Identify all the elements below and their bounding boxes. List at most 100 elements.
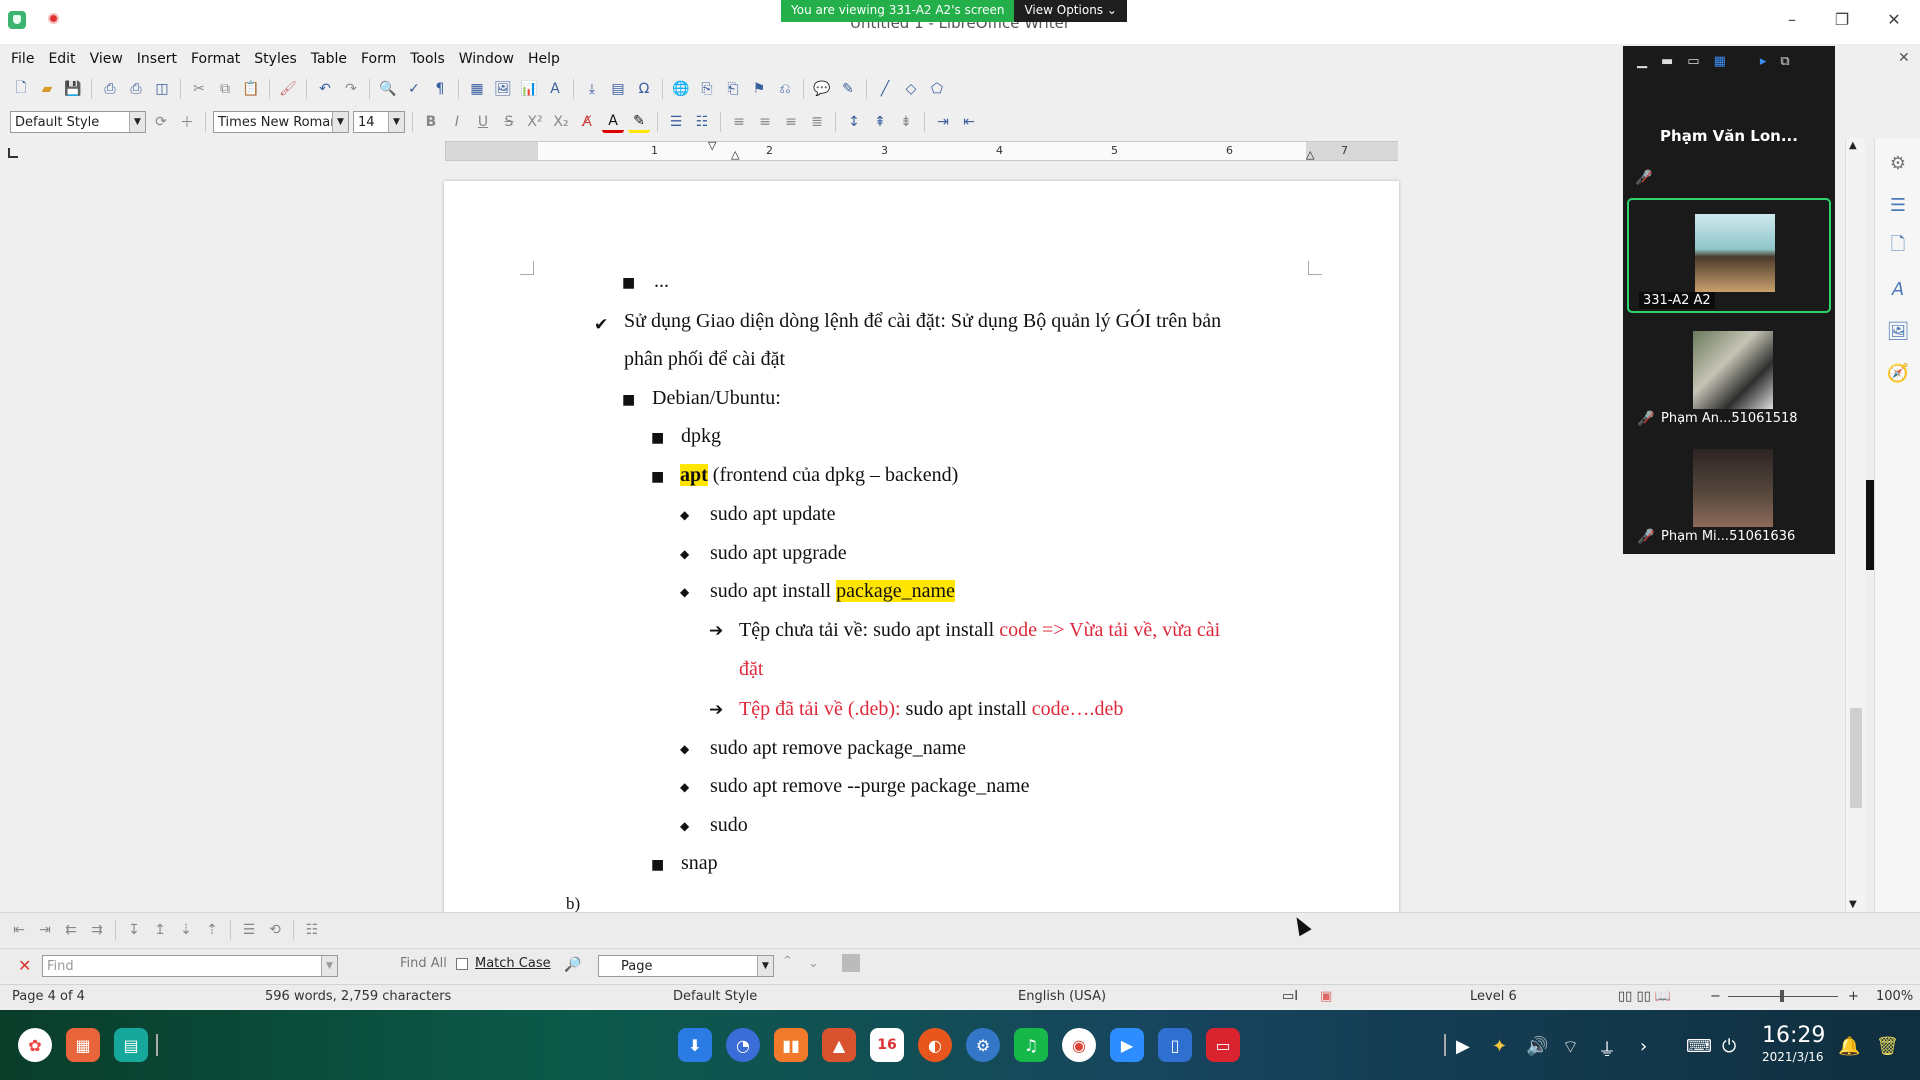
find-next-icon[interactable]: ⌄ [808, 956, 819, 971]
insert-line-icon[interactable]: ╱ [874, 78, 896, 100]
close-icon[interactable]: ✕ [1884, 10, 1904, 29]
participant-tile[interactable]: 🎤̸ Phạm Mi...51061636 [1627, 449, 1831, 564]
gallery-view-icon[interactable]: ▦ [1714, 54, 1726, 69]
hyperlink-icon[interactable]: 🌐 [670, 78, 692, 100]
find-input[interactable]: Find ▼ [42, 955, 338, 977]
find-previous-icon[interactable]: ⌃ [782, 954, 793, 969]
notification-icon[interactable]: 🔔 [1838, 1036, 1860, 1057]
network-app-icon[interactable]: ✦ [1492, 1036, 1507, 1057]
page-count[interactable]: Page 4 of 4 [12, 989, 85, 1004]
file-manager-icon[interactable]: ▮▮ [774, 1028, 808, 1062]
draw-functions-icon[interactable]: ⬠ [926, 78, 948, 100]
open-folder-icon[interactable]: ▰ [36, 78, 58, 100]
chevron-down-icon[interactable]: ▼ [757, 956, 773, 976]
horizontal-ruler[interactable]: 1 2 3 4 5 6 7 ▽ △ △ [445, 139, 1398, 161]
new-style-icon[interactable]: ＋ [176, 111, 198, 133]
italic-icon[interactable]: I [446, 111, 468, 133]
menu-tools[interactable]: Tools [403, 48, 452, 72]
clear-formatting-icon[interactable]: A̸ [576, 111, 598, 133]
zoom-app-icon[interactable]: ▶ [1110, 1028, 1144, 1062]
chrome-icon[interactable]: ◉ [1062, 1028, 1096, 1062]
paste-icon[interactable]: 📋 [240, 78, 262, 100]
move-down-icon[interactable]: ↧ [123, 919, 145, 941]
ordered-list-icon[interactable]: ☷ [691, 111, 713, 133]
endnote-icon[interactable]: ⎗ [722, 78, 744, 100]
bullets-numbering-dialog-icon[interactable]: ☷ [301, 919, 323, 941]
zoom-level[interactable]: 100% [1876, 989, 1913, 1004]
power-icon[interactable]: ⏻ [1722, 1036, 1736, 1057]
photo-viewer-icon[interactable]: ▲ [822, 1028, 856, 1062]
navigator-icon[interactable]: 🧭 [1887, 362, 1909, 384]
launcher-icon[interactable]: ✿ [18, 1028, 52, 1062]
decrease-paragraph-spacing-icon[interactable]: ⇟ [895, 111, 917, 133]
undo-icon[interactable]: ↶ [314, 78, 336, 100]
font-color-icon[interactable]: A [602, 111, 624, 133]
export-pdf-icon[interactable]: ⎙ [99, 78, 121, 100]
insert-unnumbered-entry-icon[interactable]: ☰ [238, 919, 260, 941]
scroll-up-icon[interactable]: ▲ [1849, 140, 1857, 151]
system-settings-icon[interactable]: ⚙ [966, 1028, 1000, 1062]
firefox-icon[interactable]: ◐ [918, 1028, 952, 1062]
speaker-view-icon[interactable]: ▬ [1661, 54, 1673, 69]
popout-panel-icon[interactable]: ⧉ [1780, 54, 1789, 69]
properties-icon[interactable]: ☰ [1887, 194, 1909, 216]
insert-field-icon[interactable]: ▤ [607, 78, 629, 100]
calendar-icon[interactable]: 16 [870, 1028, 904, 1062]
align-center-icon[interactable]: ≡ [754, 111, 776, 133]
formatting-marks-icon[interactable]: ¶ [429, 78, 451, 100]
close-find-icon[interactable]: ✕ [18, 956, 31, 975]
zoom-out-icon[interactable]: − [1710, 989, 1721, 1004]
view-layout-icons[interactable]: ▯▯ ▯▯ 📖 [1618, 989, 1671, 1004]
indent-marker-icon[interactable]: ▽ [708, 139, 716, 152]
bold-icon[interactable]: B [420, 111, 442, 133]
move-item-down-icon[interactable]: ⇣ [175, 919, 197, 941]
save-icon[interactable]: 💾 [62, 78, 84, 100]
browser-icon[interactable]: ◔ [726, 1028, 760, 1062]
track-changes-icon[interactable]: ✎ [837, 78, 859, 100]
insert-table-icon[interactable]: ▦ [466, 78, 488, 100]
restart-numbering-icon[interactable]: ⟲ [264, 919, 286, 941]
usb-icon[interactable]: ⏚ [1598, 1036, 1616, 1062]
trash-icon[interactable]: 🗑 [1876, 1036, 1899, 1057]
cut-icon[interactable]: ✂ [188, 78, 210, 100]
redo-icon[interactable]: ↷ [340, 78, 362, 100]
insert-textbox-icon[interactable]: A [544, 78, 566, 100]
promote-subpoints-icon[interactable]: ⇉ [86, 919, 108, 941]
decrease-indent-icon[interactable]: ⇤ [958, 111, 980, 133]
zoom-in-icon[interactable]: + [1848, 989, 1859, 1004]
chevron-down-icon[interactable]: ▼ [388, 112, 404, 132]
cross-reference-icon[interactable]: ⎌ [774, 78, 796, 100]
increase-paragraph-spacing-icon[interactable]: ⇞ [869, 111, 891, 133]
superscript-icon[interactable]: X² [524, 111, 546, 133]
multitask-view-icon[interactable]: ▦ [66, 1028, 100, 1062]
zoom-slider-thumb[interactable] [1780, 990, 1784, 1002]
workspace-icon[interactable]: ▤ [114, 1028, 148, 1062]
document-area[interactable]: ■ ... ✔ Sử dụng Giao diện dòng lệnh để c… [0, 165, 1845, 912]
tab-stop-selector[interactable] [8, 148, 18, 158]
page-style[interactable]: Default Style [673, 989, 757, 1004]
copy-icon[interactable]: ⧉ [214, 78, 236, 100]
thumbnail-view-icon[interactable]: ▭ [1687, 54, 1699, 69]
gallery-icon[interactable]: 🖼 [1887, 320, 1910, 342]
expand-tray-icon[interactable]: › [1640, 1036, 1647, 1057]
strikethrough-icon[interactable]: S [498, 111, 520, 133]
increase-indent-icon[interactable]: ⇥ [932, 111, 954, 133]
styles-icon[interactable]: A [1887, 278, 1909, 300]
underline-icon[interactable]: U [472, 111, 494, 133]
bookmark-icon[interactable]: ⚑ [748, 78, 770, 100]
paragraph-style-select[interactable]: Default Style ▼ [10, 111, 146, 133]
spelling-icon[interactable]: ✓ [403, 78, 425, 100]
vertical-scrollbar[interactable]: ▲ ▼ [1845, 138, 1865, 912]
print-preview-icon[interactable]: ◫ [151, 78, 173, 100]
language-status[interactable]: English (USA) [1018, 989, 1106, 1004]
search-scope-select[interactable]: Page ▼ [598, 955, 774, 977]
clock-date[interactable]: 2021/3/16 [1762, 1050, 1824, 1064]
selection-mode-icon[interactable]: ▭I [1282, 989, 1298, 1004]
demote-icon[interactable]: ⇤ [8, 919, 30, 941]
basic-shapes-icon[interactable]: ◇ [900, 78, 922, 100]
menu-form[interactable]: Form [354, 48, 403, 72]
find-replace-dialog-icon[interactable]: 🔎 [562, 954, 584, 976]
justify-icon[interactable]: ≣ [806, 111, 828, 133]
clone-formatting-icon[interactable]: 🖌 [277, 78, 299, 100]
word-count[interactable]: 596 words, 2,759 characters [265, 989, 451, 1004]
